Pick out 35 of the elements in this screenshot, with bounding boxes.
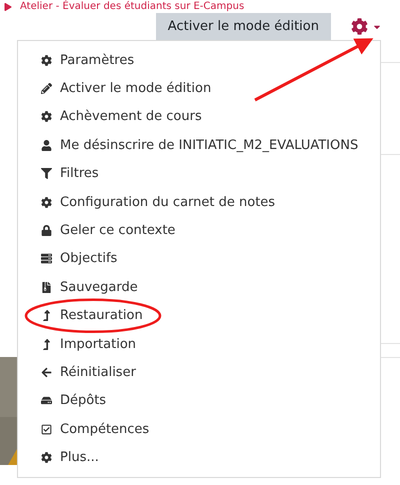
stack-icon xyxy=(40,253,52,264)
menu-item[interactable]: Réinitialiser xyxy=(18,358,380,387)
gear-icon xyxy=(40,111,52,122)
menu-item[interactable]: Filtres xyxy=(18,160,380,188)
gear-icon xyxy=(351,18,368,35)
user-icon xyxy=(40,140,52,151)
menu-item[interactable]: Plus... xyxy=(18,443,380,472)
filter-icon xyxy=(40,168,52,180)
settings-menu-button[interactable] xyxy=(351,18,382,35)
pencil-icon xyxy=(40,83,52,94)
checkbox-icon xyxy=(40,424,52,435)
menu-item[interactable]: Dépôts xyxy=(18,386,380,416)
left-arrow-icon xyxy=(40,366,52,378)
gear-icon xyxy=(40,196,52,208)
up-arrow-icon xyxy=(40,338,52,350)
menu-item[interactable]: Activer le mode édition xyxy=(18,74,380,103)
menu-item[interactable]: Achèvement de cours xyxy=(18,102,380,132)
menu-item[interactable]: Paramètres xyxy=(18,46,380,74)
gear-icon xyxy=(40,54,52,66)
edit-mode-button[interactable]: Activer le mode édition xyxy=(156,12,331,40)
lock-icon xyxy=(40,225,52,236)
drive-icon xyxy=(40,395,52,406)
play-icon xyxy=(4,2,12,10)
menu-item[interactable]: Objectifs xyxy=(18,244,380,274)
menu-item[interactable]: Restauration xyxy=(18,302,380,330)
file-icon xyxy=(40,282,52,293)
page-title[interactable]: Atelier - Évaluer des étudiants sur E-Campus xyxy=(20,0,244,13)
menu-item[interactable]: Geler ce contexte xyxy=(18,216,380,245)
menu-item[interactable]: Me désinscrire de INITIATIC_M2_EVALUATIONS xyxy=(18,131,380,160)
menu-item[interactable]: Compétences xyxy=(18,415,380,444)
up-arrow-icon xyxy=(40,310,52,322)
menu-item[interactable]: Importation xyxy=(18,330,380,358)
menu-item[interactable]: Configuration du carnet de notes xyxy=(18,188,380,216)
gear-icon xyxy=(40,452,52,464)
menu-item[interactable]: Sauvegarde xyxy=(18,273,380,302)
